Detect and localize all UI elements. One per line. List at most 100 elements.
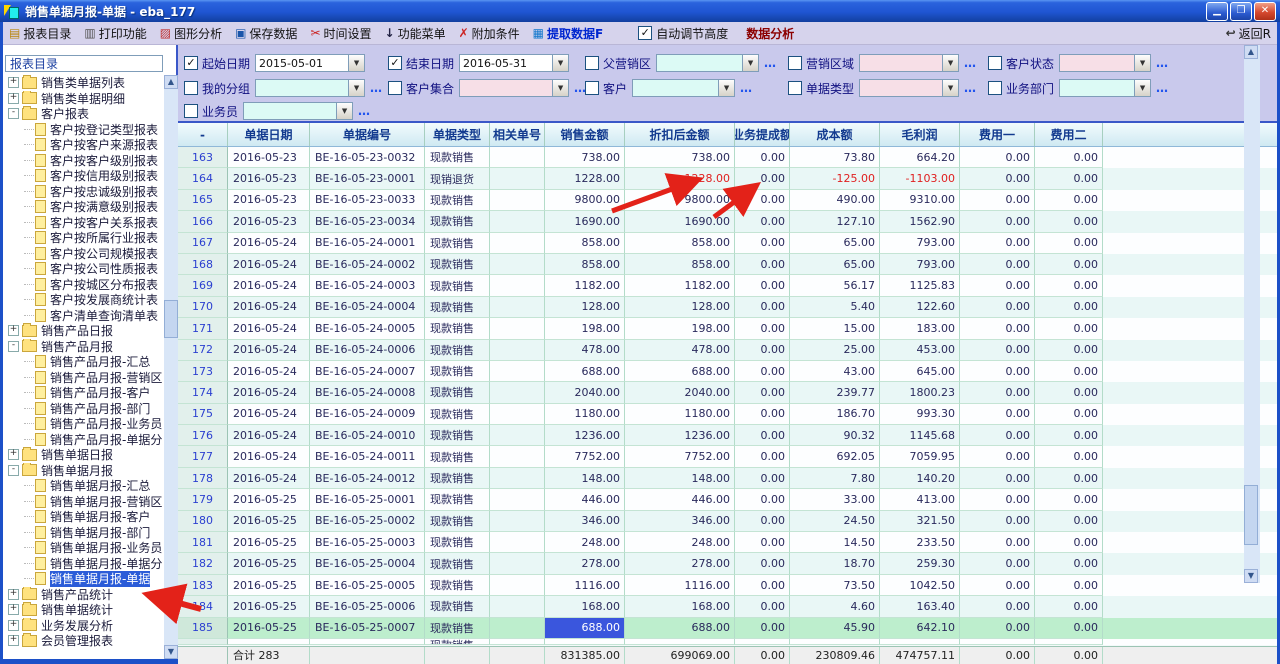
table-row[interactable]: 1722016-05-24BE-16-05-24-0006现款销售478.004… bbox=[178, 340, 1277, 361]
tree-item[interactable]: 销售单据月报-营销区 bbox=[3, 494, 163, 510]
autofit-height-toggle[interactable]: ✓ 自动调节高度 bbox=[638, 25, 728, 42]
tree-item[interactable]: +销售类单据明细 bbox=[3, 91, 163, 107]
filter-dropdown[interactable]: ▼ bbox=[1059, 79, 1151, 97]
tree-item[interactable]: 客户清单查询清单表 bbox=[3, 308, 163, 324]
tree-item[interactable]: 销售产品月报-客户 bbox=[3, 385, 163, 401]
tree-item[interactable]: 客户按公司性质报表 bbox=[3, 261, 163, 277]
tree-item[interactable]: 客户按发展商统计表 bbox=[3, 292, 163, 308]
column-header-1[interactable]: 单据日期 bbox=[228, 123, 310, 146]
tree-item[interactable]: 客户按登记类型报表 bbox=[3, 122, 163, 138]
printer-button[interactable]: ▥打印功能 bbox=[84, 25, 146, 42]
table-row[interactable]: 1752016-05-24BE-16-05-24-0009现款销售1180.00… bbox=[178, 404, 1277, 425]
tree-item[interactable]: +会员管理报表 bbox=[3, 633, 163, 649]
chevron-down-icon[interactable]: ▼ bbox=[942, 80, 958, 96]
more-button[interactable]: … bbox=[370, 81, 383, 95]
table-row[interactable]: 1712016-05-24BE-16-05-24-0005现款销售198.001… bbox=[178, 318, 1277, 339]
tree-item[interactable]: 销售产品月报-营销区 bbox=[3, 370, 163, 386]
table-row[interactable]: 1812016-05-25BE-16-05-25-0003现款销售248.002… bbox=[178, 532, 1277, 553]
close-button[interactable]: ✕ bbox=[1254, 2, 1276, 21]
extract-data-button[interactable]: ▦提取数据F bbox=[533, 25, 604, 42]
expand-icon[interactable]: + bbox=[8, 635, 19, 646]
filter-dropdown[interactable]: ▼ bbox=[859, 54, 959, 72]
column-header-11[interactable]: 费用二 bbox=[1035, 123, 1103, 146]
save-button[interactable]: ▣保存数据 bbox=[235, 25, 297, 42]
expand-icon[interactable]: + bbox=[8, 589, 19, 600]
tree-item[interactable]: 客户按忠诚级别报表 bbox=[3, 184, 163, 200]
restore-button[interactable]: ❐ bbox=[1230, 2, 1252, 21]
filter-checkbox[interactable]: ✓ bbox=[184, 56, 198, 70]
column-header-5[interactable]: 销售金额 bbox=[545, 123, 625, 146]
collapse-icon[interactable]: - bbox=[8, 341, 19, 352]
catalog-button[interactable]: ▤报表目录 bbox=[9, 25, 71, 42]
tree-item[interactable]: +销售产品统计 bbox=[3, 587, 163, 603]
tree-item[interactable]: +销售类单据列表 bbox=[3, 75, 163, 91]
tree-item[interactable]: 客户按客户关系报表 bbox=[3, 215, 163, 231]
filter-checkbox[interactable]: ✓ bbox=[388, 56, 402, 70]
filter-dropdown[interactable]: 2016-05-31▼ bbox=[459, 54, 569, 72]
filter-checkbox[interactable] bbox=[788, 81, 802, 95]
table-row[interactable]: 1732016-05-24BE-16-05-24-0007现款销售688.006… bbox=[178, 361, 1277, 382]
expand-icon[interactable]: + bbox=[8, 449, 19, 460]
tree-item[interactable]: -客户报表 bbox=[3, 106, 163, 122]
table-row[interactable]: 1672016-05-24BE-16-05-24-0001现款销售858.008… bbox=[178, 233, 1277, 254]
table-row[interactable]: 1682016-05-24BE-16-05-24-0002现款销售858.008… bbox=[178, 254, 1277, 275]
tree-item[interactable]: +销售单据统计 bbox=[3, 602, 163, 618]
tree-item[interactable]: 销售单据月报-客户 bbox=[3, 509, 163, 525]
return-button[interactable]: ↩ 返回R bbox=[1226, 25, 1271, 42]
filter-checkbox[interactable] bbox=[184, 81, 198, 95]
tree-item[interactable]: +销售单据日报 bbox=[3, 447, 163, 463]
tree-item[interactable]: 销售单据月报-业务员 bbox=[3, 540, 163, 556]
table-row[interactable]: 1832016-05-25BE-16-05-25-0005现款销售1116.00… bbox=[178, 575, 1277, 596]
filter-dropdown[interactable]: ▼ bbox=[243, 102, 353, 120]
tree-item[interactable]: 销售单据月报-单据分类 bbox=[3, 556, 163, 572]
tree-item[interactable]: 销售单据月报-部门 bbox=[3, 525, 163, 541]
tree-item[interactable]: 销售单据月报-单据 bbox=[3, 571, 163, 587]
filter-checkbox[interactable] bbox=[585, 56, 599, 70]
more-button[interactable]: … bbox=[1156, 81, 1169, 95]
scrollbar-thumb[interactable] bbox=[1244, 485, 1258, 545]
filter-dropdown[interactable]: ▼ bbox=[632, 79, 735, 97]
tree-item[interactable]: 客户按公司规模报表 bbox=[3, 246, 163, 262]
table-row[interactable]: 1692016-05-24BE-16-05-24-0003现款销售1182.00… bbox=[178, 275, 1277, 296]
filter-dropdown[interactable]: ▼ bbox=[656, 54, 759, 72]
expand-icon[interactable]: + bbox=[8, 325, 19, 336]
sidebar-scrollbar[interactable]: ▲ ▼ bbox=[164, 75, 178, 659]
column-header-2[interactable]: 单据编号 bbox=[310, 123, 425, 146]
chevron-down-icon[interactable]: ▼ bbox=[1134, 55, 1150, 71]
data-analysis-button[interactable]: 数据分析 bbox=[746, 25, 794, 42]
tree-item[interactable]: 客户按信用级别报表 bbox=[3, 168, 163, 184]
filter-checkbox[interactable] bbox=[388, 81, 402, 95]
column-header-8[interactable]: 成本额 bbox=[790, 123, 880, 146]
menu-button[interactable]: ↓功能菜单 bbox=[385, 25, 446, 42]
more-button[interactable]: … bbox=[764, 56, 777, 70]
column-header-7[interactable]: 业务提成额 bbox=[735, 123, 790, 146]
more-button[interactable]: … bbox=[964, 56, 977, 70]
expand-icon[interactable]: + bbox=[8, 604, 19, 615]
tree-item[interactable]: 销售单据月报-汇总 bbox=[3, 478, 163, 494]
table-row[interactable]: 1742016-05-24BE-16-05-24-0008现款销售2040.00… bbox=[178, 382, 1277, 403]
column-header-6[interactable]: 折扣后金额 bbox=[625, 123, 735, 146]
filter-dropdown[interactable]: ▼ bbox=[1059, 54, 1151, 72]
column-header-4[interactable]: 相关单号 bbox=[490, 123, 545, 146]
chevron-down-icon[interactable]: ▼ bbox=[348, 80, 364, 96]
table-row[interactable]: 1632016-05-23BE-16-05-23-0032现款销售738.007… bbox=[178, 147, 1277, 168]
scrollbar-thumb[interactable] bbox=[164, 300, 178, 338]
chart-button[interactable]: ▨图形分析 bbox=[160, 25, 222, 42]
chevron-down-icon[interactable]: ▼ bbox=[718, 80, 734, 96]
autofit-checkbox[interactable]: ✓ bbox=[638, 26, 652, 40]
filter-checkbox[interactable] bbox=[988, 56, 1002, 70]
chevron-down-icon[interactable]: ▼ bbox=[552, 55, 568, 71]
more-button[interactable]: … bbox=[1156, 56, 1169, 70]
table-row[interactable]: 1772016-05-24BE-16-05-24-0011现款销售7752.00… bbox=[178, 446, 1277, 467]
collapse-icon[interactable]: - bbox=[8, 108, 19, 119]
more-button[interactable]: … bbox=[740, 81, 753, 95]
tree-item[interactable]: -销售产品月报 bbox=[3, 339, 163, 355]
chevron-down-icon[interactable]: ▼ bbox=[942, 55, 958, 71]
tree-item[interactable]: -销售单据月报 bbox=[3, 463, 163, 479]
tree-item[interactable]: 客户按城区分布报表 bbox=[3, 277, 163, 293]
column-header-rownum[interactable]: - bbox=[178, 123, 228, 146]
chevron-down-icon[interactable]: ▼ bbox=[348, 55, 364, 71]
table-row[interactable]: 1842016-05-25BE-16-05-25-0006现款销售168.001… bbox=[178, 596, 1277, 617]
tree-item[interactable]: 销售产品月报-汇总 bbox=[3, 354, 163, 370]
collapse-icon[interactable]: - bbox=[8, 465, 19, 476]
